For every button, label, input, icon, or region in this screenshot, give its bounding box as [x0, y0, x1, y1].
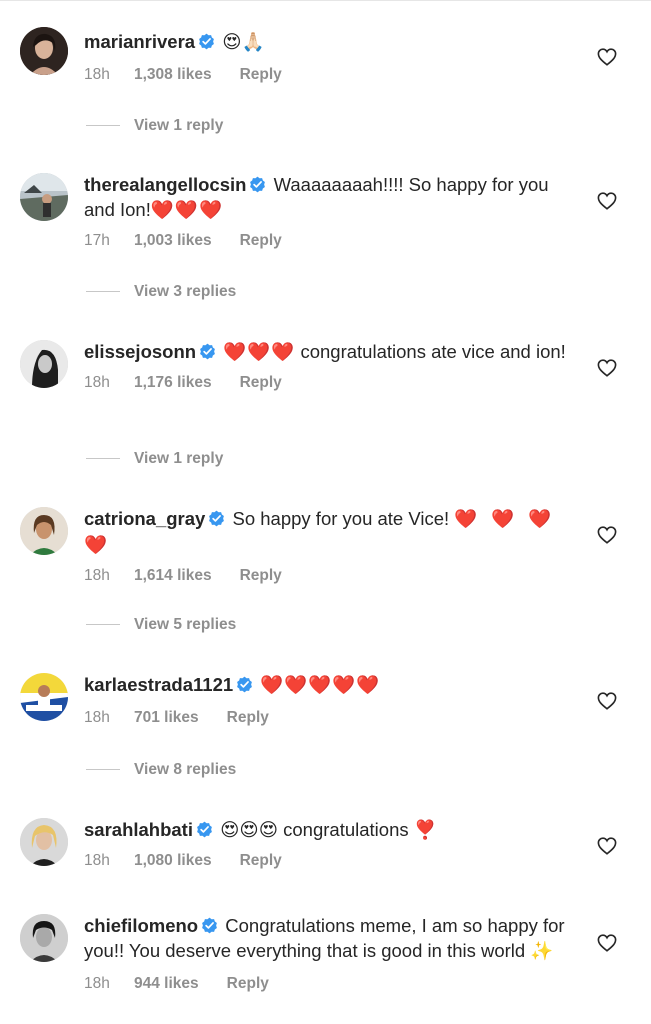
- heart-outline-icon[interactable]: [597, 48, 617, 66]
- comment-meta: 18h 1,176 likes Reply: [84, 373, 574, 393]
- verified-badge-icon: [200, 343, 215, 360]
- comment-likes[interactable]: 1,614 likes: [134, 566, 212, 586]
- comment-meta: 18h 1,308 likes Reply: [84, 65, 574, 85]
- comment-text: congratulations ate vice and ion!: [300, 341, 566, 362]
- comment-time: 18h: [84, 709, 110, 726]
- replies-divider: [86, 624, 120, 626]
- view-replies-button[interactable]: View 8 replies: [86, 760, 236, 780]
- view-replies-label: View 3 replies: [134, 283, 237, 300]
- comment-username[interactable]: therealangellocsin: [84, 174, 246, 195]
- heart-outline-icon[interactable]: [597, 837, 617, 855]
- comment-meta: 17h 1,003 likes Reply: [84, 231, 574, 251]
- heart-outline-icon[interactable]: [597, 692, 617, 710]
- replies-divider: [86, 291, 120, 293]
- comment-emoji: ❤️❤️❤️: [150, 200, 223, 221]
- avatar[interactable]: [20, 818, 68, 866]
- replies-divider: [86, 125, 120, 127]
- verified-badge-icon: [250, 176, 266, 193]
- comment-time: 18h: [84, 66, 110, 83]
- comment-time: 18h: [84, 567, 110, 584]
- comment-meta: 18h 1,614 likes Reply: [84, 566, 574, 586]
- replies-divider: [86, 769, 120, 771]
- top-divider: [0, 0, 651, 1]
- comment-likes[interactable]: 1,176 likes: [134, 373, 212, 393]
- comment-emoji: 😍🙏🏻: [222, 32, 265, 53]
- heart-outline-icon[interactable]: [597, 192, 617, 210]
- heart-outline-icon[interactable]: [597, 934, 617, 952]
- comment-emoji-trailing: ❣️: [413, 820, 438, 841]
- comment-text: So happy for you ate Vice!: [232, 508, 450, 529]
- verified-badge-icon: [202, 917, 218, 934]
- comment-username[interactable]: sarahlahbati: [84, 819, 193, 840]
- comment-meta: 18h 701 likes Reply: [84, 708, 574, 728]
- reply-button[interactable]: Reply: [240, 851, 282, 871]
- comment-likes[interactable]: 1,080 likes: [134, 851, 212, 871]
- comment-username[interactable]: karlaestrada1121: [84, 674, 233, 695]
- view-replies-button[interactable]: View 1 reply: [86, 449, 223, 469]
- comment-time: 18h: [84, 975, 110, 992]
- comment-username[interactable]: chiefilomeno: [84, 915, 198, 936]
- comment-likes[interactable]: 944 likes: [134, 974, 199, 994]
- comment-username[interactable]: elissejosonn: [84, 341, 196, 362]
- comment-username[interactable]: marianrivera: [84, 31, 195, 52]
- avatar[interactable]: [20, 340, 68, 388]
- comment-emoji: 😍😍😍: [220, 820, 278, 841]
- view-replies-button[interactable]: View 3 replies: [86, 282, 236, 302]
- avatar[interactable]: [20, 173, 68, 221]
- verified-badge-icon: [199, 33, 214, 50]
- heart-outline-icon[interactable]: [597, 526, 617, 544]
- comment-text: congratulations: [283, 819, 409, 840]
- verified-badge-icon: [209, 510, 225, 527]
- comment-time: 17h: [84, 232, 110, 249]
- avatar[interactable]: [20, 27, 68, 75]
- view-replies-label: View 5 replies: [134, 616, 237, 633]
- comment-meta: 18h 944 likes Reply: [84, 974, 574, 994]
- comment-likes[interactable]: 1,003 likes: [134, 231, 212, 251]
- comment-emoji: ❤️❤️❤️❤️❤️: [260, 675, 381, 696]
- comment-time: 18h: [84, 852, 110, 869]
- reply-button[interactable]: Reply: [240, 566, 282, 586]
- avatar[interactable]: [20, 507, 68, 555]
- heart-outline-icon[interactable]: [597, 359, 617, 377]
- view-replies-button[interactable]: View 5 replies: [86, 615, 236, 635]
- reply-button[interactable]: Reply: [227, 708, 269, 728]
- reply-button[interactable]: Reply: [240, 65, 282, 85]
- comment-time: 18h: [84, 374, 110, 391]
- sparkles-emoji: ✨: [530, 941, 554, 962]
- avatar[interactable]: [20, 673, 68, 721]
- replies-divider: [86, 458, 120, 460]
- avatar[interactable]: [20, 914, 68, 962]
- reply-button[interactable]: Reply: [240, 231, 282, 251]
- comment-likes[interactable]: 1,308 likes: [134, 65, 212, 85]
- comment-likes[interactable]: 701 likes: [134, 708, 199, 728]
- reply-button[interactable]: Reply: [227, 974, 269, 994]
- view-replies-label: View 8 replies: [134, 761, 237, 778]
- verified-badge-icon: [197, 821, 212, 838]
- view-replies-button[interactable]: View 1 reply: [86, 116, 223, 136]
- comment-emoji: ❤️❤️❤️: [223, 342, 296, 363]
- comment-username[interactable]: catriona_gray: [84, 508, 205, 529]
- view-replies-label: View 1 reply: [134, 450, 224, 467]
- verified-badge-icon: [237, 676, 253, 693]
- view-replies-label: View 1 reply: [134, 117, 224, 134]
- reply-button[interactable]: Reply: [240, 373, 282, 393]
- comment-meta: 18h 1,080 likes Reply: [84, 851, 574, 871]
